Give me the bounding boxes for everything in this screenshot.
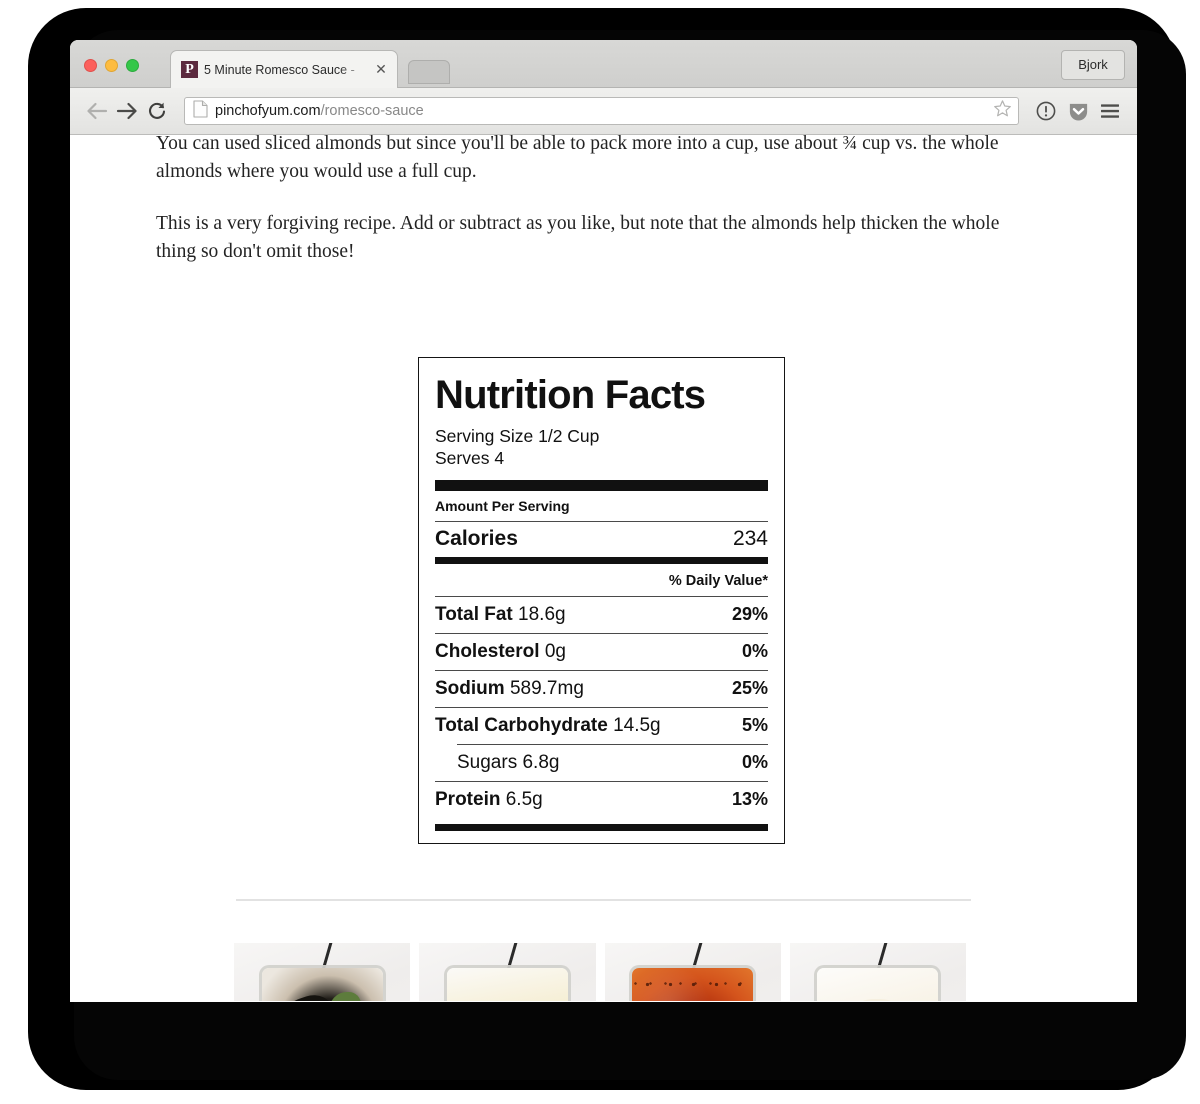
nutrient-daily-value: 29%	[731, 604, 768, 625]
nutrient-amount: 0g	[544, 641, 566, 663]
navigation-toolbar: pinchofyum.com/romesco-sauce	[70, 88, 1137, 135]
nutrient-daily-value: 5%	[741, 715, 768, 736]
pocket-save-icon[interactable]	[1063, 96, 1093, 126]
nutrient-row-sodium: Sodium 589.7mg 25%	[435, 671, 768, 707]
tab-strip: P 5 Minute Romesco Sauce - ✕ Bjork	[70, 40, 1137, 88]
minimize-window-button[interactable]	[105, 59, 118, 72]
blend-contents	[446, 968, 568, 1001]
nutrient-daily-value: 25%	[731, 678, 768, 699]
paragraph-forgiving-recipe: This is a very forgiving recipe. Add or …	[156, 212, 1000, 262]
browser-menu-icon[interactable]	[1095, 96, 1125, 126]
nutrient-amount: 6.5g	[505, 789, 543, 811]
promo-tile-blender-tomato[interactable]	[604, 943, 781, 1001]
ingredient-shape	[632, 968, 754, 1001]
calories-label: Calories	[435, 527, 518, 551]
nutrient-row-protein: Protein 6.5g 13%	[435, 782, 768, 818]
bookmark-star-icon[interactable]	[993, 99, 1012, 123]
nutrient-row-total-carbohydrate: Total Carbohydrate 14.5g 5%	[435, 708, 768, 744]
nutrient-name: Total Carbohydrate	[435, 715, 608, 737]
nutrient-name: Total Fat	[435, 604, 513, 626]
daily-value-header: % Daily Value*	[668, 573, 768, 590]
reload-button[interactable]	[142, 96, 172, 126]
divider-thick-bottom	[435, 824, 768, 832]
paragraph-almond-tip: You can used sliced almonds but since yo…	[156, 135, 999, 182]
divider-medium	[435, 557, 768, 565]
nutrient-daily-value: 13%	[731, 789, 768, 810]
page-viewport[interactable]: You can used sliced almonds but since yo…	[70, 135, 1137, 1001]
section-divider	[236, 899, 971, 901]
tab-title: 5 Minute Romesco Sauce -	[204, 62, 355, 77]
nutrient-amount: 18.6g	[518, 604, 566, 626]
blender-jar	[629, 965, 757, 1001]
blender-jar	[443, 965, 571, 1001]
page-document-icon	[193, 99, 208, 123]
blender-photo-citrus	[419, 943, 596, 1001]
window-controls	[84, 59, 139, 72]
nutrient-name: Cholesterol	[435, 641, 540, 663]
blender-photo-greens	[234, 943, 411, 1001]
url-host: pinchofyum.com	[215, 103, 321, 119]
nutrient-row-sugars: Sugars 6.8g 0%	[435, 745, 768, 781]
back-button[interactable]	[82, 96, 112, 126]
promo-tile-blender-cream[interactable]	[789, 943, 966, 1001]
nutrient-amount: 14.5g	[613, 715, 661, 737]
browser-tab[interactable]: P 5 Minute Romesco Sauce - ✕	[170, 50, 398, 88]
blender-photo-cream	[789, 943, 966, 1001]
profile-button[interactable]: Bjork	[1061, 50, 1125, 80]
promo-tile-blender-citrus[interactable]	[419, 943, 596, 1001]
site-info-button[interactable]	[1031, 96, 1061, 126]
nutrient-row-cholesterol: Cholesterol 0g 0%	[435, 634, 768, 670]
calories-value: 234	[732, 527, 768, 551]
nutrient-daily-value: 0%	[741, 752, 768, 773]
nutrient-name: Sodium	[435, 678, 505, 700]
nutrient-amount: 589.7mg	[509, 678, 584, 700]
nutrient-name: Protein	[435, 789, 501, 811]
amount-per-serving-label: Amount Per Serving	[435, 498, 570, 515]
new-tab-button[interactable]	[408, 60, 450, 84]
nutrient-name: Sugars	[457, 752, 518, 774]
nutrition-facts-title: Nutrition Facts	[435, 373, 706, 417]
nutrition-facts-label: Nutrition Facts Serving Size 1/2 Cup Ser…	[418, 357, 785, 845]
browser-window: P 5 Minute Romesco Sauce - ✕ Bjork pinch…	[70, 40, 1137, 1002]
url-path: /romesco-sauce	[320, 103, 424, 119]
blender-jar	[814, 965, 942, 1001]
pinch-of-yum-favicon-icon: P	[181, 61, 198, 78]
article-body: You can used sliced almonds but since yo…	[156, 135, 1038, 266]
close-window-button[interactable]	[84, 59, 97, 72]
blender-photo-tomato	[604, 943, 781, 1001]
serves-count: Serves 4	[435, 448, 505, 469]
nutrient-daily-value: 0%	[741, 641, 768, 662]
page-content: You can used sliced almonds but since yo…	[70, 135, 1137, 1001]
nutrient-row-total-fat: Total Fat 18.6g 29%	[435, 597, 768, 633]
calories-row: Calories 234	[435, 522, 768, 557]
nutrient-amount: 6.8g	[522, 752, 560, 774]
blend-contents	[817, 968, 939, 1001]
promo-tile-blender-greens[interactable]	[234, 943, 411, 1001]
promo-image-strip[interactable]	[234, 943, 966, 1001]
url-bar[interactable]: pinchofyum.com/romesco-sauce	[184, 97, 1019, 125]
divider-thick-top	[435, 480, 768, 492]
forward-button[interactable]	[112, 96, 142, 126]
maximize-window-button[interactable]	[126, 59, 139, 72]
url-text: pinchofyum.com/romesco-sauce	[215, 103, 987, 119]
close-tab-icon[interactable]: ✕	[373, 61, 389, 78]
serving-size: Serving Size 1/2 Cup	[435, 426, 600, 446]
blender-jar	[258, 965, 386, 1001]
